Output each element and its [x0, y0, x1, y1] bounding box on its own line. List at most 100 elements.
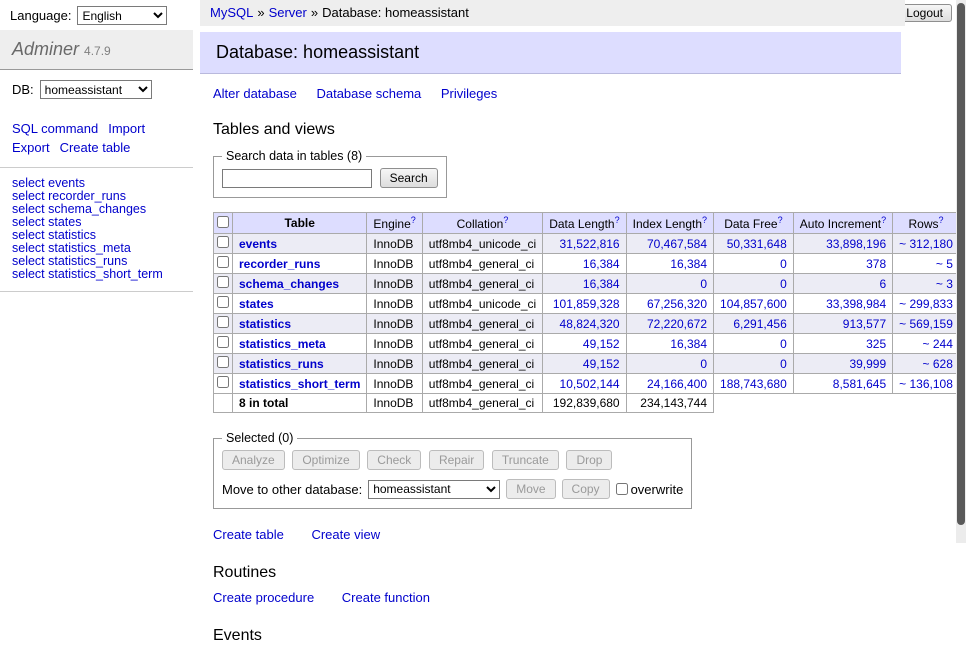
- database-schema-link[interactable]: Database schema: [316, 86, 421, 101]
- table-name-link[interactable]: states: [239, 297, 274, 311]
- alter-database-link[interactable]: Alter database: [213, 86, 297, 101]
- create-function-link[interactable]: Create function: [342, 590, 430, 605]
- auto-increment-link[interactable]: 39,999: [849, 357, 886, 371]
- check-button[interactable]: Check: [367, 450, 421, 470]
- create-table-bottom-link[interactable]: Create table: [213, 527, 284, 542]
- data-free-link[interactable]: 104,857,600: [720, 297, 787, 311]
- privileges-link[interactable]: Privileges: [441, 86, 497, 101]
- row-checkbox[interactable]: [217, 236, 229, 248]
- overwrite-checkbox[interactable]: [616, 483, 628, 495]
- rows-link[interactable]: ~ 628: [923, 357, 953, 371]
- index-length-link[interactable]: 70,467,584: [647, 237, 707, 251]
- data-length-link[interactable]: 49,152: [583, 357, 620, 371]
- breadcrumb-link-server[interactable]: Server: [269, 5, 307, 20]
- auto-increment-link[interactable]: 378: [866, 257, 886, 271]
- auto-increment-link[interactable]: 6: [879, 277, 886, 291]
- logout-button[interactable]: Logout: [897, 4, 952, 22]
- data-free-link[interactable]: 0: [780, 257, 787, 271]
- data-free-link[interactable]: 0: [780, 357, 787, 371]
- collation-cell: utf8mb4_unicode_ci: [422, 294, 542, 314]
- table-name-link[interactable]: statistics: [239, 317, 291, 331]
- data-length-link[interactable]: 31,522,816: [560, 237, 620, 251]
- row-checkbox[interactable]: [217, 276, 229, 288]
- move-button[interactable]: Move: [506, 479, 555, 499]
- scrollbar-thumb[interactable]: [957, 3, 965, 525]
- data-free-link[interactable]: 0: [780, 277, 787, 291]
- copy-button[interactable]: Copy: [562, 479, 610, 499]
- help-icon[interactable]: ?: [702, 215, 707, 225]
- repair-button[interactable]: Repair: [429, 450, 484, 470]
- rows-link[interactable]: ~ 299,833: [899, 297, 953, 311]
- optimize-button[interactable]: Optimize: [292, 450, 359, 470]
- rows-link[interactable]: ~ 3: [936, 277, 953, 291]
- language-select[interactable]: English: [77, 6, 167, 25]
- data-free-link[interactable]: 50,331,648: [727, 237, 787, 251]
- sidebar-links: SQL command Import Export Create table: [0, 109, 193, 168]
- select-all-checkbox[interactable]: [217, 216, 229, 228]
- row-checkbox[interactable]: [217, 296, 229, 308]
- auto-increment-link[interactable]: 325: [866, 337, 886, 351]
- help-icon[interactable]: ?: [881, 215, 886, 225]
- sidebar-table-link[interactable]: select statistics_short_term: [12, 268, 181, 281]
- rows-link[interactable]: ~ 5: [936, 257, 953, 271]
- create-table-link[interactable]: Create table: [60, 140, 131, 155]
- table-name-link[interactable]: schema_changes: [239, 277, 339, 291]
- rows-link[interactable]: ~ 312,180: [899, 237, 953, 251]
- table-name-link[interactable]: statistics_short_term: [239, 377, 360, 391]
- help-icon[interactable]: ?: [615, 215, 620, 225]
- data-free-link[interactable]: 188,743,680: [720, 377, 787, 391]
- help-icon[interactable]: ?: [503, 215, 508, 225]
- table-name-link[interactable]: statistics_meta: [239, 337, 326, 351]
- table-name-link[interactable]: events: [239, 237, 277, 251]
- row-checkbox[interactable]: [217, 316, 229, 328]
- adminer-logo-link[interactable]: Adminer: [12, 39, 79, 59]
- row-checkbox[interactable]: [217, 356, 229, 368]
- table-name-link[interactable]: recorder_runs: [239, 257, 320, 271]
- scrollbar[interactable]: [956, 0, 966, 543]
- table-name-link[interactable]: statistics_runs: [239, 357, 324, 371]
- data-length-link[interactable]: 16,384: [583, 277, 620, 291]
- index-length-link[interactable]: 16,384: [670, 257, 707, 271]
- help-icon[interactable]: ?: [939, 215, 944, 225]
- rows-link[interactable]: ~ 244: [923, 337, 953, 351]
- row-checkbox[interactable]: [217, 336, 229, 348]
- help-icon[interactable]: ?: [411, 215, 416, 225]
- create-procedure-link[interactable]: Create procedure: [213, 590, 314, 605]
- index-length-link[interactable]: 67,256,320: [647, 297, 707, 311]
- search-button[interactable]: Search: [380, 168, 438, 188]
- index-length-link[interactable]: 0: [700, 277, 707, 291]
- export-link[interactable]: Export: [12, 140, 50, 155]
- analyze-button[interactable]: Analyze: [222, 450, 285, 470]
- rows-link[interactable]: ~ 136,108: [899, 377, 953, 391]
- auto-increment-link[interactable]: 33,898,196: [826, 237, 886, 251]
- breadcrumb-link-mysql[interactable]: MySQL: [210, 5, 253, 20]
- db-select[interactable]: homeassistant: [40, 80, 152, 99]
- move-database-select[interactable]: homeassistant: [368, 480, 500, 499]
- index-length-link[interactable]: 16,384: [670, 337, 707, 351]
- search-input[interactable]: [222, 169, 372, 188]
- drop-button[interactable]: Drop: [566, 450, 612, 470]
- auto-increment-link[interactable]: 8,581,645: [833, 377, 886, 391]
- auto-increment-link[interactable]: 913,577: [843, 317, 886, 331]
- index-length-link[interactable]: 0: [700, 357, 707, 371]
- truncate-button[interactable]: Truncate: [492, 450, 559, 470]
- tables-overview-table: Table Engine? Collation? Data Length? In…: [213, 212, 966, 413]
- data-length-link[interactable]: 10,502,144: [560, 377, 620, 391]
- help-icon[interactable]: ?: [778, 215, 783, 225]
- sql-command-link[interactable]: SQL command: [12, 121, 98, 136]
- row-checkbox[interactable]: [217, 256, 229, 268]
- import-link[interactable]: Import: [108, 121, 145, 136]
- index-length-link[interactable]: 72,220,672: [647, 317, 707, 331]
- index-length-link[interactable]: 24,166,400: [647, 377, 707, 391]
- page-title: Database: homeassistant: [200, 32, 901, 74]
- data-free-link[interactable]: 0: [780, 337, 787, 351]
- data-length-link[interactable]: 48,824,320: [560, 317, 620, 331]
- data-length-link[interactable]: 49,152: [583, 337, 620, 351]
- data-length-link[interactable]: 16,384: [583, 257, 620, 271]
- auto-increment-link[interactable]: 33,398,984: [826, 297, 886, 311]
- data-length-link[interactable]: 101,859,328: [553, 297, 620, 311]
- data-free-link[interactable]: 6,291,456: [733, 317, 786, 331]
- create-view-link[interactable]: Create view: [311, 527, 380, 542]
- row-checkbox[interactable]: [217, 376, 229, 388]
- rows-link[interactable]: ~ 569,159: [899, 317, 953, 331]
